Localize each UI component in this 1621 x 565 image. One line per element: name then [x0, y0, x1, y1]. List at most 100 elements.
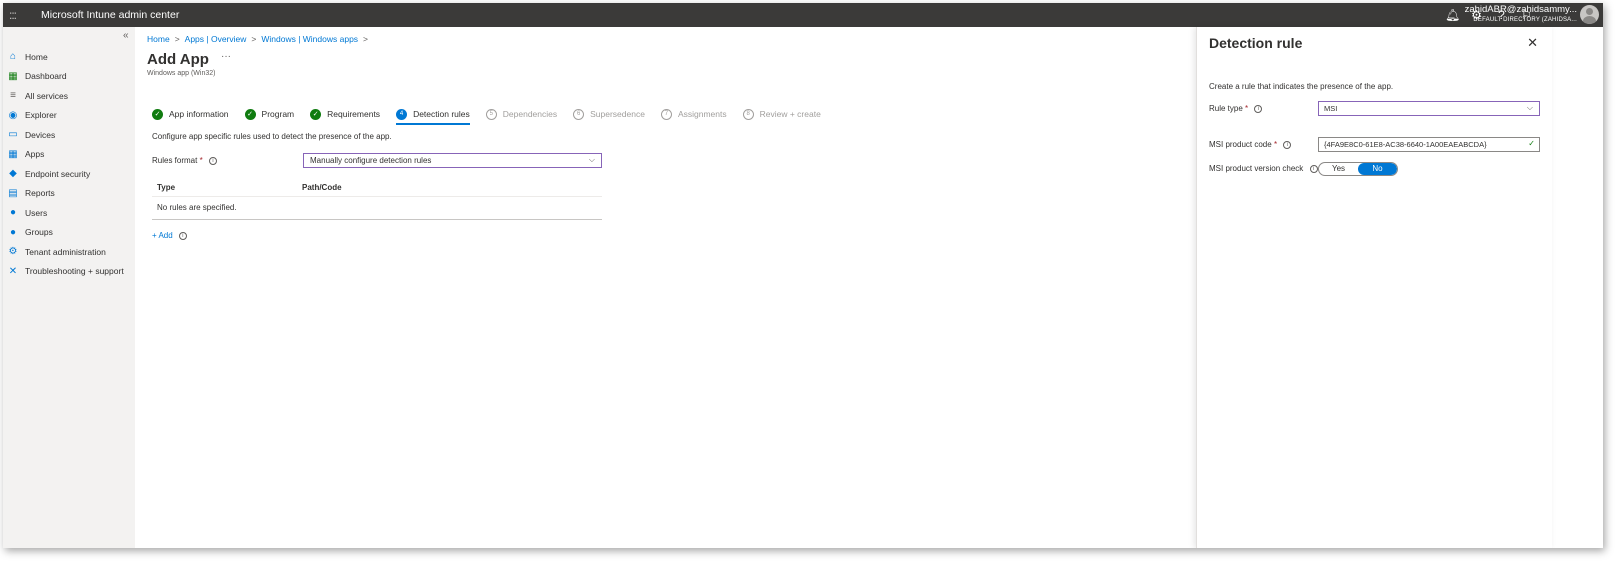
- product-code-label-text: MSI product code: [1209, 140, 1272, 149]
- step-label: Program: [261, 109, 295, 119]
- info-icon[interactable]: i: [208, 156, 217, 165]
- main-content: Home > Apps | Overview > Windows | Windo…: [135, 27, 1195, 548]
- app-title[interactable]: Microsoft Intune admin center: [41, 9, 179, 21]
- sidebar-item-tenant-administration[interactable]: ⚙ Tenant administration: [7, 242, 124, 262]
- sidebar-item-apps[interactable]: ▦ Apps: [7, 145, 124, 165]
- tenant-icon: ⚙: [8, 246, 18, 258]
- sidebar-item-label: Tenant administration: [25, 246, 106, 257]
- info-icon[interactable]: i: [1309, 164, 1318, 173]
- more-icon[interactable]: ···: [221, 51, 231, 62]
- avatar[interactable]: [1580, 5, 1599, 24]
- section-description: Configure app specific rules used to det…: [152, 132, 392, 141]
- breadcrumb-separator: >: [363, 34, 369, 44]
- product-code-value: {4FA9E8C0-61E8-AC38-6640-1A00EAEABCDA}: [1324, 140, 1487, 149]
- step-assignments[interactable]: 7 Assignments: [660, 106, 727, 122]
- sidebar-item-label: Home: [25, 51, 48, 62]
- explorer-icon: ◉: [8, 109, 18, 121]
- step-label: Supersedence: [590, 109, 645, 119]
- sidebar-item-label: Dashboard: [25, 71, 67, 82]
- step-label: Assignments: [677, 109, 727, 119]
- list-icon: ≡: [10, 90, 16, 102]
- add-rule-link[interactable]: + Add i: [152, 231, 187, 240]
- sidebar-item-label: Reports: [25, 188, 55, 199]
- info-icon[interactable]: i: [1254, 104, 1263, 113]
- step-number-icon: 6: [573, 108, 585, 120]
- info-icon[interactable]: i: [1283, 140, 1292, 149]
- sidebar-item-users[interactable]: ● Users: [7, 203, 124, 223]
- bell-icon[interactable]: 🔔︎: [1445, 8, 1460, 22]
- sidebar-item-devices[interactable]: ▭ Devices: [7, 125, 124, 145]
- devices-icon: ▭: [8, 129, 18, 141]
- sidebar-item-label: Devices: [25, 129, 56, 140]
- sidebar-item-reports[interactable]: ▤ Reports: [7, 184, 124, 204]
- rule-type-label-text: Rule type: [1209, 104, 1243, 113]
- breadcrumb-separator: >: [251, 34, 257, 44]
- rules-format-label-text: Rules format: [152, 156, 198, 165]
- product-code-label: MSI product code * i: [1209, 140, 1292, 149]
- step-number-icon: 7: [660, 108, 672, 120]
- sidebar-item-dashboard[interactable]: ▦ Dashboard: [7, 67, 124, 87]
- info-icon[interactable]: i: [178, 231, 187, 240]
- rules-table-empty-row: No rules are specified.: [152, 197, 602, 220]
- toggle-no[interactable]: No: [1358, 163, 1397, 175]
- sidebar-item-all-services[interactable]: ≡ All services: [7, 86, 124, 106]
- version-check-label: MSI product version check i: [1209, 164, 1318, 173]
- panel-description: Create a rule that indicates the presenc…: [1209, 82, 1394, 91]
- sidebar-item-label: Endpoint security: [25, 168, 91, 179]
- required-marker: *: [1273, 140, 1278, 149]
- step-detection-rules[interactable]: 4 Detection rules: [396, 106, 470, 125]
- account-user: zahidABR@zahidsammy...: [1464, 4, 1577, 15]
- breadcrumb: Home > Apps | Overview > Windows | Windo…: [147, 34, 368, 44]
- check-circle-icon: ✓: [152, 108, 163, 120]
- sidebar-item-groups[interactable]: ● Groups: [7, 223, 124, 243]
- breadcrumb-windows-apps[interactable]: Windows | Windows apps: [261, 34, 358, 44]
- step-supersedence[interactable]: 6 Supersedence: [573, 106, 645, 122]
- sidebar-item-label: Users: [25, 207, 48, 218]
- step-label: Review + create: [759, 109, 821, 119]
- step-app-information[interactable]: ✓ App information: [152, 106, 229, 122]
- groups-icon: ●: [9, 226, 17, 238]
- breadcrumb-home[interactable]: Home: [147, 34, 170, 44]
- panel-title: Detection rule: [1209, 35, 1303, 51]
- check-icon: ✓: [1528, 139, 1535, 148]
- toggle-yes[interactable]: Yes: [1319, 163, 1358, 175]
- step-review-create[interactable]: 8 Review + create: [742, 106, 821, 122]
- step-label: App information: [169, 109, 229, 119]
- waffle-icon[interactable]: :::: [9, 8, 29, 22]
- sidebar-item-label: Apps: [25, 149, 45, 160]
- close-icon[interactable]: ✕: [1527, 35, 1538, 51]
- sidebar-item-home[interactable]: ⌂ Home: [7, 47, 124, 67]
- account-info[interactable]: zahidABR@zahidsammy... DEFAULT DIRECTORY…: [1465, 5, 1577, 23]
- sidebar-item-label: Explorer: [25, 110, 57, 121]
- sidebar-item-troubleshooting-support[interactable]: ✕ Troubleshooting + support: [7, 262, 124, 282]
- step-requirements[interactable]: ✓ Requirements: [310, 106, 380, 122]
- step-label: Requirements: [327, 109, 381, 119]
- sidebar-nav: ⌂ Home ▦ Dashboard ≡ All services ◉ Explorer ▭ De…: [7, 47, 124, 282]
- sidebar-item-explorer[interactable]: ◉ Explorer: [7, 106, 124, 126]
- app-window: ::: Microsoft Intune admin center 🔔︎ ⚙ ?…: [3, 3, 1603, 548]
- column-path-code: Path/Code: [302, 183, 342, 192]
- check-circle-icon: ✓: [310, 108, 322, 120]
- dashboard-icon: ▦: [8, 70, 18, 82]
- version-check-toggle[interactable]: Yes No: [1318, 162, 1398, 176]
- step-dependencies[interactable]: 5 Dependencies: [485, 106, 558, 122]
- required-marker: *: [199, 156, 203, 165]
- rules-format-label: Rules format * i: [152, 156, 217, 165]
- check-circle-icon: ✓: [244, 108, 256, 120]
- page-title: Add App: [147, 51, 209, 68]
- page-subtitle: Windows app (Win32): [147, 70, 216, 77]
- empty-message: No rules are specified.: [157, 203, 237, 212]
- sidebar-item-endpoint-security[interactable]: ◆ Endpoint security: [7, 164, 124, 184]
- top-bar: ::: Microsoft Intune admin center 🔔︎ ⚙ ?…: [3, 3, 1603, 27]
- apps-icon: ▦: [8, 148, 18, 160]
- collapse-icon[interactable]: «: [123, 30, 129, 41]
- step-program[interactable]: ✓ Program: [244, 106, 295, 122]
- shield-icon: ◆: [9, 168, 17, 180]
- step-label: Dependencies: [502, 109, 558, 119]
- product-code-input[interactable]: {4FA9E8C0-61E8-AC38-6640-1A00EAEABCDA} ✓: [1318, 137, 1540, 152]
- step-number-icon: 5: [485, 108, 497, 120]
- breadcrumb-apps-overview[interactable]: Apps | Overview: [185, 34, 247, 44]
- reports-icon: ▤: [8, 187, 18, 199]
- rule-type-dropdown[interactable]: MSI ⌵: [1318, 101, 1540, 116]
- rules-format-dropdown[interactable]: Manually configure detection rules ⌵: [303, 153, 602, 168]
